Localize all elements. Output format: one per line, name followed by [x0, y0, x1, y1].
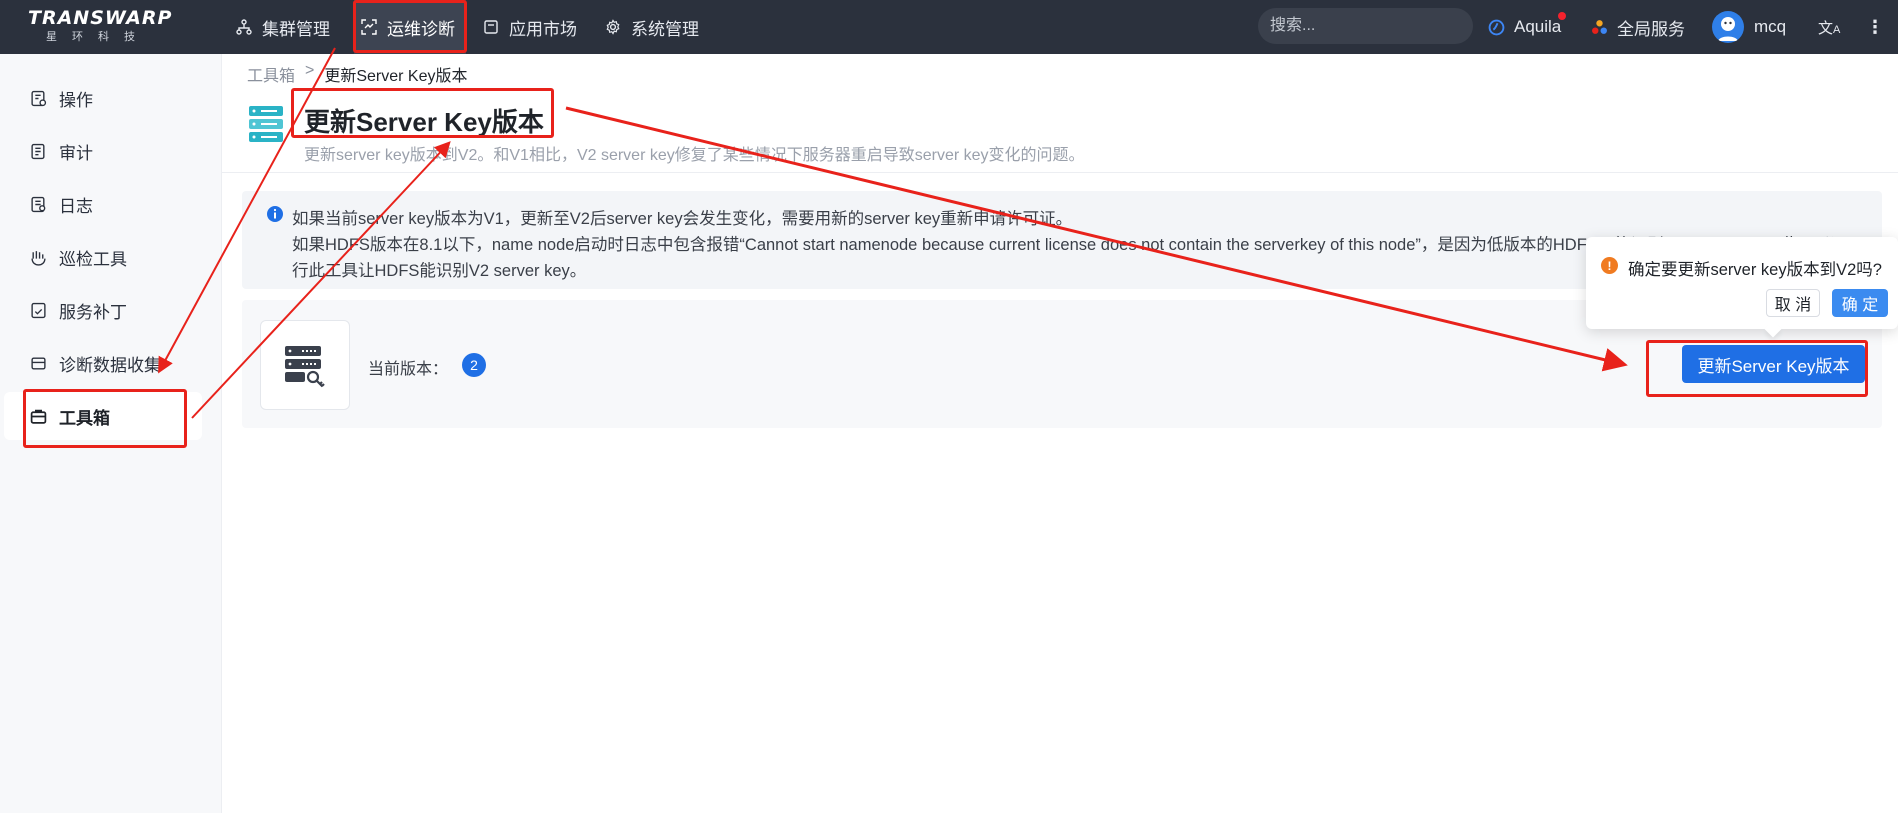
sidebar-item-inspection-tool[interactable]: 巡检工具: [4, 233, 202, 281]
sidebar-item-diagnostic-data-collection[interactable]: 诊断数据收集: [4, 339, 202, 387]
cluster-icon: [236, 19, 252, 35]
nav-ops-diagnosis-label: 运维诊断: [387, 19, 455, 39]
collect-icon: [31, 356, 46, 370]
logo-text: TRANSWARP: [28, 7, 173, 29]
aquila-label: Aquila: [1514, 17, 1562, 36]
translate-icon: 文A: [1818, 19, 1841, 37]
card-icon-box: [260, 320, 350, 410]
nav-cluster-management[interactable]: 集群管理: [236, 0, 336, 54]
user-name: mcq: [1754, 17, 1787, 36]
more-vertical-icon: ⋮: [1866, 16, 1884, 37]
nav-system-management-label: 系统管理: [631, 19, 699, 39]
user-menu[interactable]: mcq: [1712, 0, 1786, 54]
confirm-message: 确定要更新server key版本到V2吗?: [1628, 261, 1882, 279]
sidebar-item-label: 服务补丁: [59, 302, 127, 322]
aquila-icon: [1488, 19, 1505, 35]
transwarp-logo[interactable]: TRANSWARP 星环科技: [28, 6, 178, 48]
top-navigation-bar: TRANSWARP 星环科技 集群管理 运维诊断 应用市场 系统管理 Aquil…: [0, 0, 1898, 54]
audit-icon: [31, 143, 45, 159]
patch-icon: [31, 302, 46, 318]
notification-dot: [1558, 12, 1566, 20]
server-key-icon: [285, 346, 325, 388]
nav-app-market[interactable]: 应用市场: [483, 0, 583, 54]
sidebar-item-label: 巡检工具: [59, 249, 127, 269]
global-services-link[interactable]: 全局服务: [1591, 0, 1685, 54]
sidebar-item-label: 审计: [59, 143, 93, 163]
avatar: [1712, 11, 1744, 43]
sidebar-item-label: 日志: [59, 196, 93, 216]
current-version-label: 当前版本：: [368, 361, 449, 378]
cancel-button[interactable]: 取 消: [1766, 289, 1820, 317]
more-menu[interactable]: ⋮: [1866, 0, 1884, 54]
toolbox-icon: [30, 409, 47, 424]
breadcrumb-current: 更新Server Key版本: [324, 68, 468, 85]
nav-cluster-management-label: 集群管理: [262, 19, 330, 39]
sidebar: 操作 审计 日志 巡检工具 服务补丁 诊断数据收集 工具箱: [0, 54, 222, 813]
sidebar-item-label: 工具箱: [59, 408, 110, 428]
gear-icon: [606, 19, 620, 35]
language-switch[interactable]: 文A: [1818, 0, 1840, 54]
market-icon: [484, 20, 498, 34]
current-version-badge: 2: [462, 353, 486, 377]
confirm-popover: ! 确定要更新server key版本到V2吗? 取 消 确 定: [1586, 237, 1898, 338]
inspect-icon: [31, 250, 46, 266]
sidebar-item-audit[interactable]: 审计: [4, 127, 202, 175]
sidebar-item-label: 诊断数据收集: [59, 355, 161, 375]
page-title: 更新Server Key版本: [304, 107, 544, 137]
diagnose-icon: [361, 19, 377, 35]
nav-system-management[interactable]: 系统管理: [605, 0, 715, 54]
sidebar-item-label: 操作: [59, 90, 93, 110]
info-icon: [267, 206, 283, 222]
sidebar-item-toolbox[interactable]: 工具箱: [4, 392, 202, 440]
sidebar-item-log[interactable]: 日志: [4, 180, 202, 228]
breadcrumb-separator: >: [305, 62, 315, 79]
global-services-label: 全局服务: [1617, 19, 1685, 39]
server-stack-icon: [249, 106, 283, 142]
nav-ops-diagnosis[interactable]: 运维诊断: [354, 0, 466, 54]
page-description: 更新server key版本到V2。和V1相比，V2 server key修复了…: [304, 147, 1085, 164]
search-input[interactable]: [1258, 8, 1473, 44]
user-avatar-icon: [1718, 17, 1738, 41]
operation-icon: [31, 90, 47, 106]
confirm-button[interactable]: 确 定: [1832, 289, 1888, 317]
alert-line-3: 行此工具让HDFS能识别V2 server key。: [292, 262, 587, 280]
sidebar-item-service-patch[interactable]: 服务补丁: [4, 286, 202, 334]
warning-icon: !: [1601, 257, 1618, 274]
global-services-icon: [1592, 19, 1607, 34]
log-icon: [31, 196, 46, 212]
breadcrumb-root[interactable]: 工具箱: [247, 62, 295, 86]
breadcrumb: 工具箱 > 更新Server Key版本: [247, 62, 468, 86]
aquila-link[interactable]: Aquila: [1488, 0, 1566, 54]
logo-subtext: 星环科技: [46, 31, 150, 43]
alert-line-1: 如果当前server key版本为V1，更新至V2后server key会发生变…: [292, 210, 1073, 228]
nav-app-market-label: 应用市场: [509, 19, 577, 39]
update-server-key-button[interactable]: 更新Server Key版本: [1682, 345, 1865, 383]
header-divider: [222, 172, 1898, 173]
sidebar-item-operation[interactable]: 操作: [4, 74, 202, 122]
